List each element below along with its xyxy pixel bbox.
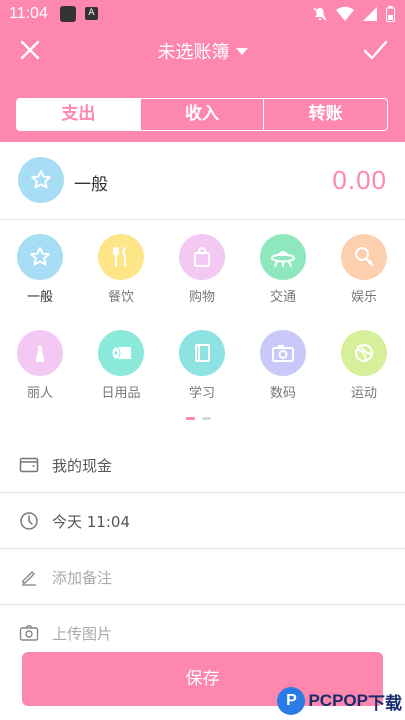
clock-icon (20, 512, 38, 530)
wallet-icon (19, 457, 39, 473)
tab-income[interactable]: 收入 (141, 99, 265, 130)
camera-icon (260, 330, 306, 376)
wifi-icon (336, 6, 354, 22)
app-notification-a-icon: A (85, 7, 98, 20)
book-title: 未选账簿 (157, 42, 230, 63)
star-icon (17, 234, 63, 280)
pager-dot-active[interactable] (186, 417, 195, 420)
category-label: 娱乐 (350, 290, 377, 305)
selected-category-icon (18, 157, 64, 203)
edit-icon (22, 571, 36, 586)
shopping-bag-icon (179, 234, 225, 280)
ufo-icon (260, 234, 306, 280)
account-field[interactable]: 我的现金 (0, 437, 405, 493)
category-dining[interactable]: 餐饮 (86, 234, 156, 305)
watermark-logo-icon: P (277, 687, 306, 715)
category-label: 数码 (269, 386, 296, 401)
signal-icon (363, 7, 377, 21)
category-study[interactable]: 学习 (167, 330, 237, 401)
category-label: 学习 (188, 386, 215, 401)
tissue-roll-icon (98, 330, 144, 376)
category-digital[interactable]: 数码 (248, 330, 318, 401)
lipstick-icon (17, 330, 63, 376)
amount-value[interactable]: 0.00 (332, 165, 387, 196)
image-upload-placeholder: 上传图片 (52, 625, 113, 643)
star-icon (31, 170, 51, 189)
watermark-suffix: 下载 (368, 693, 402, 713)
category-daily-goods[interactable]: 日用品 (86, 330, 156, 401)
selected-category-label: 一般 (74, 175, 108, 195)
battery-icon (386, 6, 395, 22)
category-label: 餐饮 (107, 290, 134, 305)
amount-row[interactable]: 一般 0.00 (0, 142, 405, 220)
app-notification-icon (60, 6, 76, 22)
category-beauty[interactable]: 丽人 (5, 330, 75, 401)
utensils-icon (98, 234, 144, 280)
status-icons (312, 5, 395, 23)
category-label: 日用品 (101, 386, 141, 401)
category-sports[interactable]: 运动 (329, 330, 399, 401)
note-field[interactable]: 添加备注 (0, 549, 405, 605)
category-shopping[interactable]: 购物 (167, 234, 237, 305)
book-selector[interactable]: 未选账簿 (0, 38, 405, 64)
date-value: 今天 11:04 (52, 513, 130, 531)
watermark: P PCPOP 下载 (277, 684, 402, 718)
type-tabs: 支出 收入 转账 (16, 98, 388, 131)
category-entertainment[interactable]: 娱乐 (329, 234, 399, 305)
category-transport[interactable]: 交通 (248, 234, 318, 305)
note-placeholder: 添加备注 (52, 569, 113, 587)
category-pager (186, 417, 211, 420)
check-icon (363, 40, 388, 60)
category-label: 交通 (269, 290, 296, 305)
header: 11:04 A 未选账簿 支出 收入 转账 (0, 0, 405, 142)
category-label: 购物 (188, 290, 215, 305)
category-label: 运动 (350, 386, 377, 401)
status-bar: 11:04 A (0, 0, 405, 28)
date-field[interactable]: 今天 11:04 (0, 493, 405, 549)
book-icon (179, 330, 225, 376)
caret-down-icon (235, 47, 248, 55)
status-time: 11:04 (9, 5, 48, 22)
mute-icon (313, 7, 327, 21)
confirm-button[interactable] (361, 36, 389, 64)
tab-transfer[interactable]: 转账 (264, 99, 387, 130)
pager-dot[interactable] (202, 417, 211, 420)
watermark-brand: PCPOP (308, 691, 368, 710)
category-label: 丽人 (26, 386, 53, 401)
ball-icon (341, 330, 387, 376)
category-label: 一般 (26, 290, 53, 305)
ice-cream-icon (341, 234, 387, 280)
top-bar: 未选账簿 (0, 28, 405, 72)
category-general[interactable]: 一般 (5, 234, 75, 305)
tab-expense[interactable]: 支出 (17, 99, 141, 130)
account-value: 我的现金 (52, 457, 113, 475)
camera-outline-icon (19, 625, 39, 641)
